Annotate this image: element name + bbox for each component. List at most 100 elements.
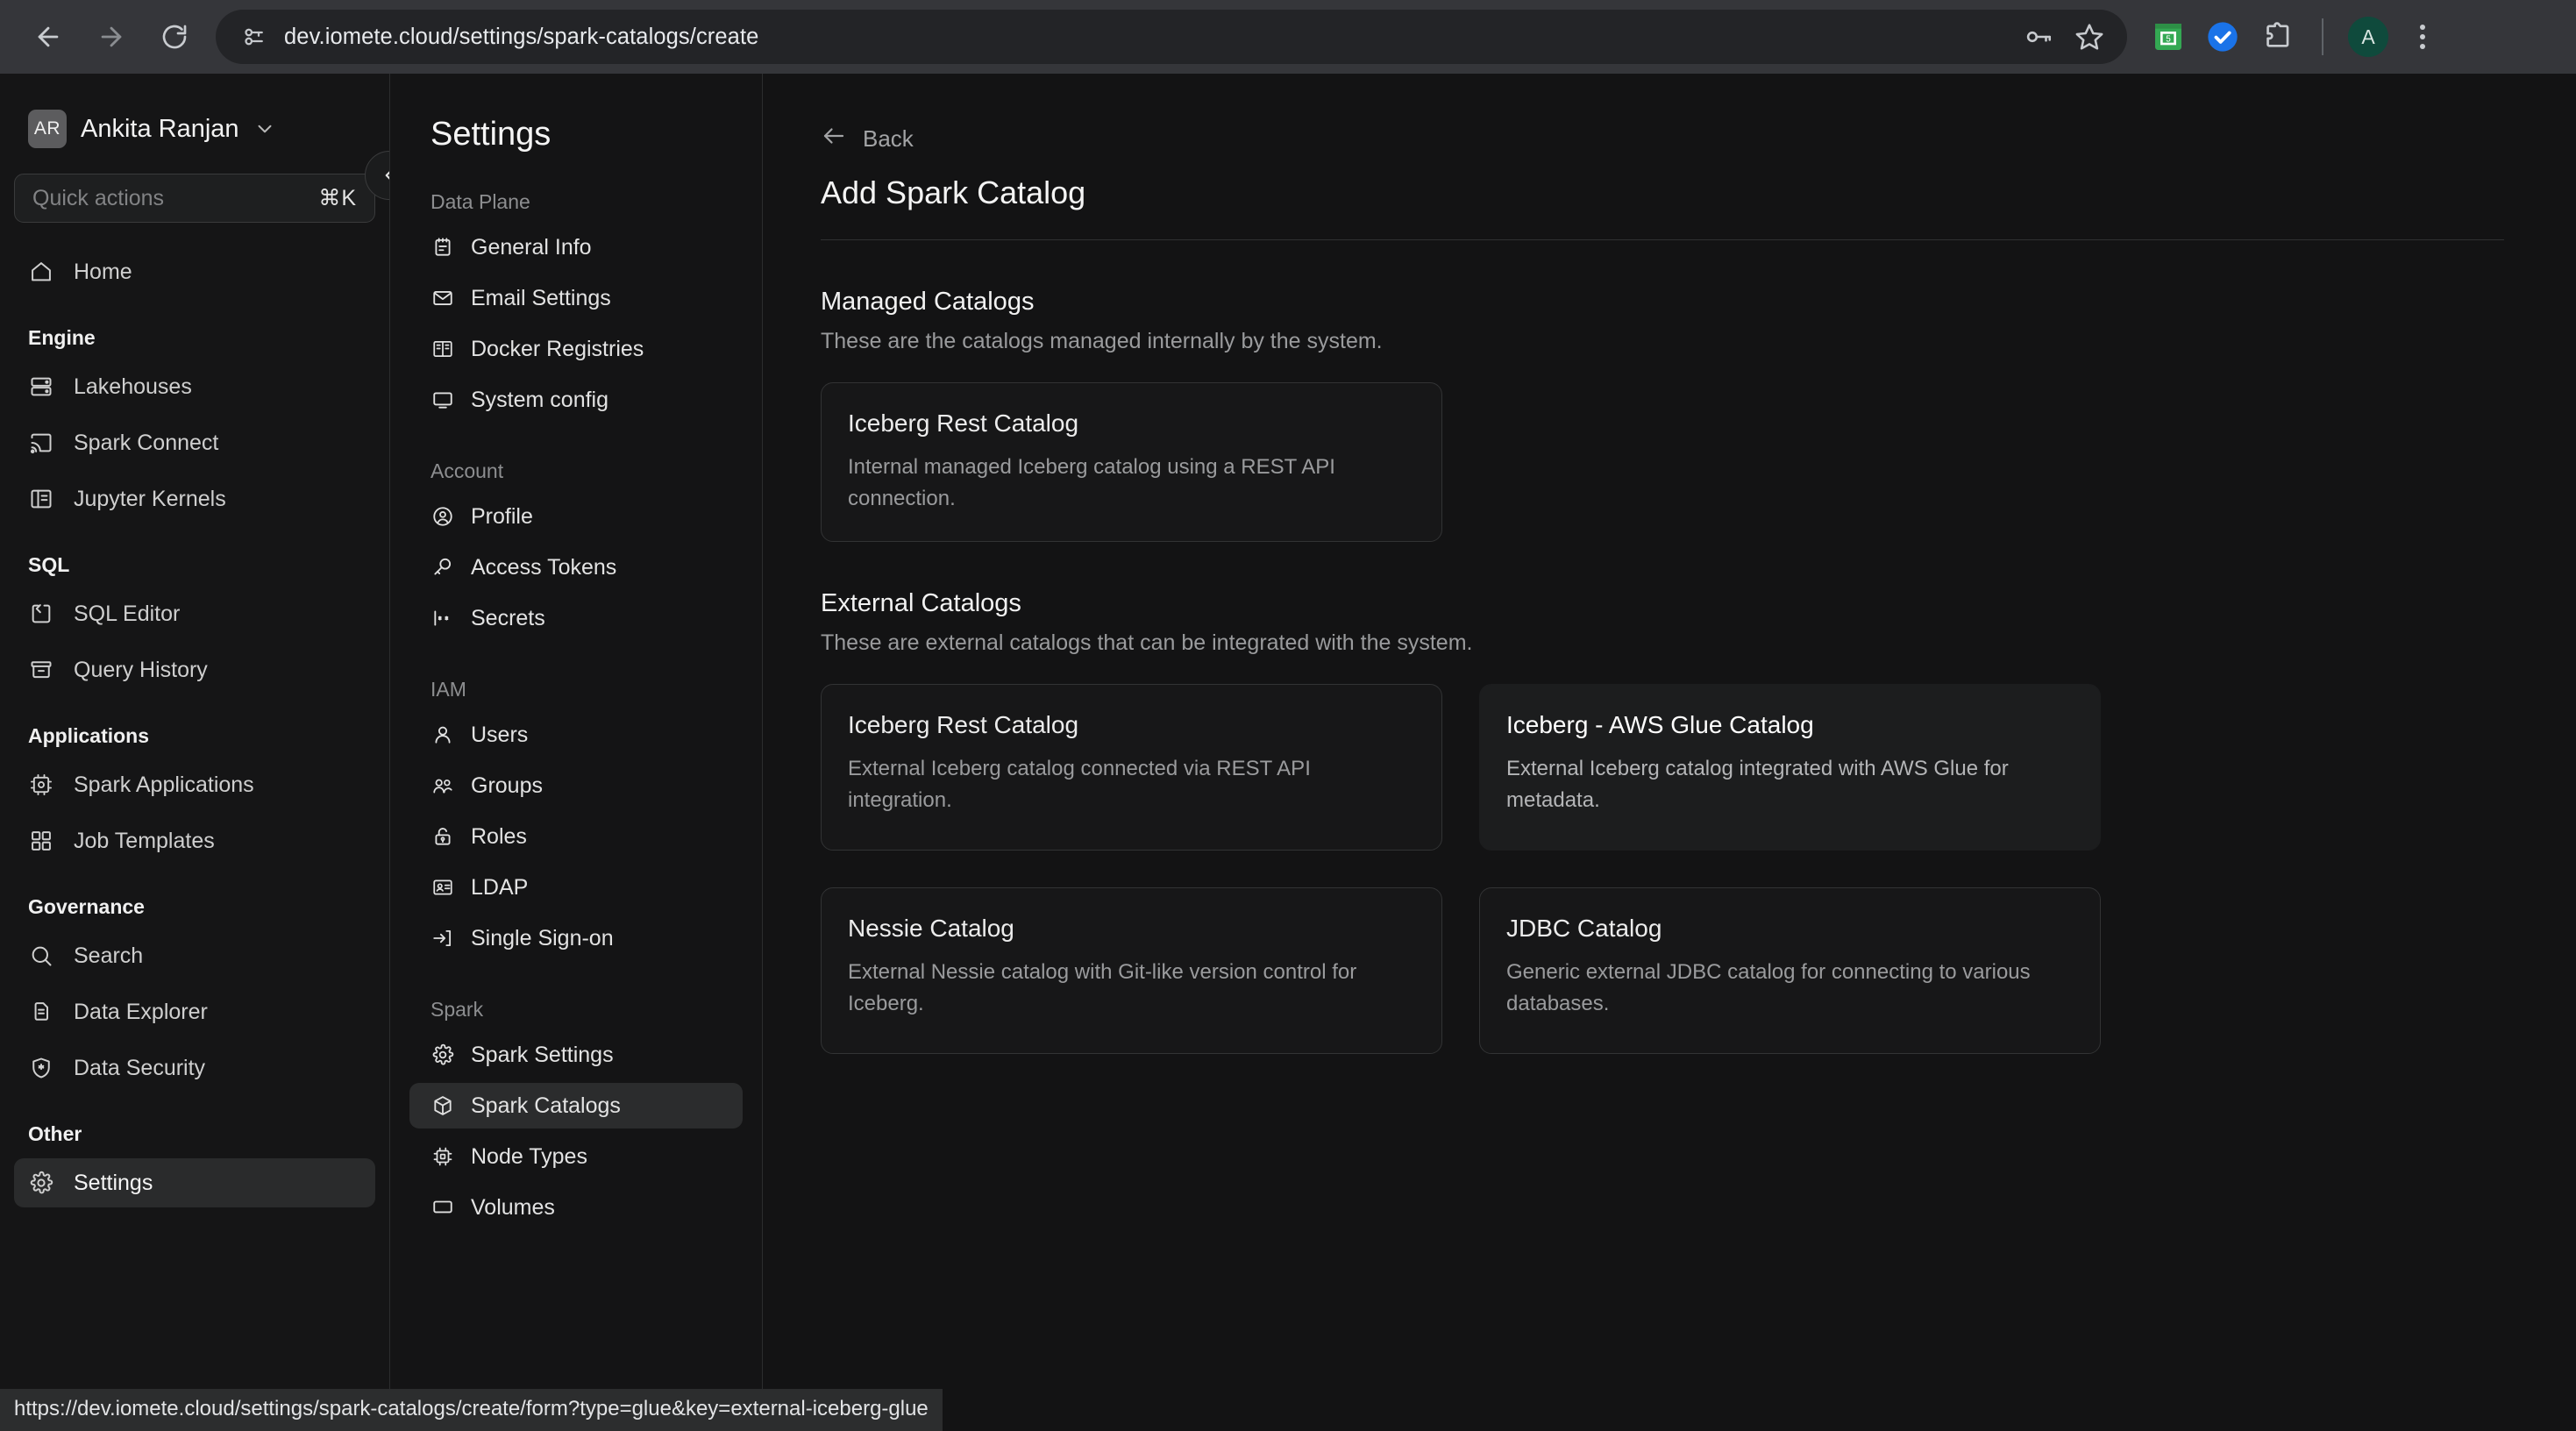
quick-actions-shortcut: ⌘K [318,186,357,210]
settings-group-spark: Spark [431,998,484,1021]
catalog-card-description: External Iceberg catalog integrated with… [1506,757,2009,813]
site-info-icon[interactable] [238,21,270,53]
settings-nav-panel: Settings Data Plane General Info Email S… [390,74,763,1431]
browser-extension-icons: 5 A [2148,17,2443,57]
status-bar-url: https://dev.iomete.cloud/settings/spark-… [0,1389,943,1431]
catalog-card-title: Nessie Catalog [848,915,1014,942]
sidebar-group-other: Other [28,1122,82,1145]
home-icon [28,259,54,285]
section-subtitle: These are external catalogs that can be … [821,630,1473,655]
settings-item-email-settings[interactable]: Email Settings [409,275,743,321]
catalog-card-jdbc[interactable]: JDBC Catalog Generic external JDBC catal… [1479,887,2101,1054]
settings-item-secrets[interactable]: Secrets [409,595,743,641]
settings-item-volumes[interactable]: Volumes [409,1185,743,1230]
settings-item-label: LDAP [471,874,529,900]
settings-item-spark-settings[interactable]: Spark Settings [409,1032,743,1078]
chip-icon [431,1144,455,1169]
blue-check-extension-icon[interactable] [2202,17,2243,57]
lock-icon [431,824,455,849]
catalog-card-description: Generic external JDBC catalog for connec… [1506,960,2031,1016]
external-catalog-cards: Iceberg Rest Catalog External Iceberg ca… [821,684,2101,1054]
settings-item-label: Profile [471,503,533,529]
sidebar-item-query-history[interactable]: Query History [14,645,375,694]
settings-item-node-types[interactable]: Node Types [409,1134,743,1179]
chrome-menu-icon[interactable] [2402,17,2443,57]
sidebar-item-label: Job Templates [74,828,215,853]
settings-item-single-sign-on[interactable]: Single Sign-on [409,915,743,961]
settings-item-groups[interactable]: Groups [409,763,743,808]
avatar: AR [28,110,67,148]
user-menu[interactable]: AR Ankita Ranjan [14,95,375,163]
sidebar-item-label: Jupyter Kernels [74,486,226,511]
settings-item-roles[interactable]: Roles [409,814,743,859]
left-sidebar: AR Ankita Ranjan Quick actions ⌘K Home E… [0,74,390,1431]
mail-icon [431,286,455,310]
settings-item-label: Secrets [471,605,545,630]
settings-item-users[interactable]: Users [409,712,743,758]
sidebar-item-job-templates[interactable]: Job Templates [14,816,375,865]
settings-item-spark-catalogs[interactable]: Spark Catalogs [409,1083,743,1128]
section-title: Managed Catalogs [821,288,1035,316]
sidebar-item-spark-connect[interactable]: Spark Connect [14,418,375,467]
sidebar-item-label: SQL Editor [74,601,181,626]
google-sheets-extension-icon[interactable]: 5 [2148,17,2188,57]
catalog-card-iceberg-rest-external[interactable]: Iceberg Rest Catalog External Iceberg ca… [821,684,1442,851]
user-name: Ankita Ranjan [81,114,239,143]
sidebar-item-data-security[interactable]: Data Security [14,1043,375,1093]
quick-actions-placeholder: Quick actions [32,185,165,210]
users-group-icon [431,773,455,798]
settings-item-label: Volumes [471,1194,555,1220]
quick-actions-input[interactable]: Quick actions ⌘K [14,174,375,223]
sidebar-item-data-explorer[interactable]: Data Explorer [14,987,375,1036]
back-label: Back [863,125,914,152]
sidebar-item-jupyter-kernels[interactable]: Jupyter Kernels [14,474,375,523]
grid-icon [28,828,54,854]
notebook-icon [28,486,54,512]
catalog-card-title: JDBC Catalog [1506,915,1662,942]
settings-item-docker-registries[interactable]: Docker Registries [409,326,743,372]
settings-item-ldap[interactable]: LDAP [409,865,743,910]
settings-item-label: Email Settings [471,285,611,310]
settings-item-label: Node Types [471,1143,587,1169]
address-bar[interactable]: dev.iomete.cloud/settings/spark-catalogs… [216,10,2127,64]
shield-star-icon [28,1055,54,1081]
forward-button[interactable] [82,8,140,66]
sidebar-item-label: Home [74,259,132,284]
back-link[interactable]: Back [821,123,2492,155]
bookmark-star-icon[interactable] [2066,13,2113,61]
sidebar-item-lakehouses[interactable]: Lakehouses [14,362,375,411]
back-button[interactable] [19,8,77,66]
catalog-card-nessie[interactable]: Nessie Catalog External Nessie catalog w… [821,887,1442,1054]
cube-icon [431,1093,455,1118]
reload-button[interactable] [146,8,203,66]
browser-toolbar: dev.iomete.cloud/settings/spark-catalogs… [0,0,2576,74]
settings-item-label: Single Sign-on [471,925,614,950]
catalog-card-iceberg-rest-managed[interactable]: Iceberg Rest Catalog Internal managed Ic… [821,382,1442,542]
catalog-card-iceberg-aws-glue[interactable]: Iceberg - AWS Glue Catalog External Iceb… [1479,684,2101,851]
sidebar-item-sql-editor[interactable]: SQL Editor [14,589,375,638]
catalog-card-title: Iceberg Rest Catalog [848,409,1079,437]
omnibox-actions [2015,13,2113,61]
settings-item-general-info[interactable]: General Info [409,224,743,270]
user-circle-icon [431,504,455,529]
url-text: dev.iomete.cloud/settings/spark-catalogs… [284,24,759,49]
settings-item-label: Spark Catalogs [471,1093,621,1118]
sidebar-item-spark-applications[interactable]: Spark Applications [14,760,375,809]
monitor-icon [431,388,455,412]
extensions-puzzle-icon[interactable] [2257,17,2297,57]
cast-icon [28,430,54,456]
settings-item-profile[interactable]: Profile [409,494,743,539]
profile-avatar[interactable]: A [2348,17,2388,57]
gear-icon [28,1170,54,1196]
settings-item-access-tokens[interactable]: Access Tokens [409,545,743,590]
volume-icon [431,1195,455,1220]
sidebar-item-home[interactable]: Home [14,247,375,296]
sidebar-item-search[interactable]: Search [14,931,375,980]
settings-item-label: Docker Registries [471,336,644,361]
sidebar-item-label: Lakehouses [74,374,192,399]
settings-item-system-config[interactable]: System config [409,377,743,423]
sidebar-item-label: Query History [74,657,208,682]
sidebar-item-settings[interactable]: Settings [14,1158,375,1207]
password-key-icon[interactable] [2015,13,2062,61]
catalog-card-description: External Iceberg catalog connected via R… [848,757,1311,813]
